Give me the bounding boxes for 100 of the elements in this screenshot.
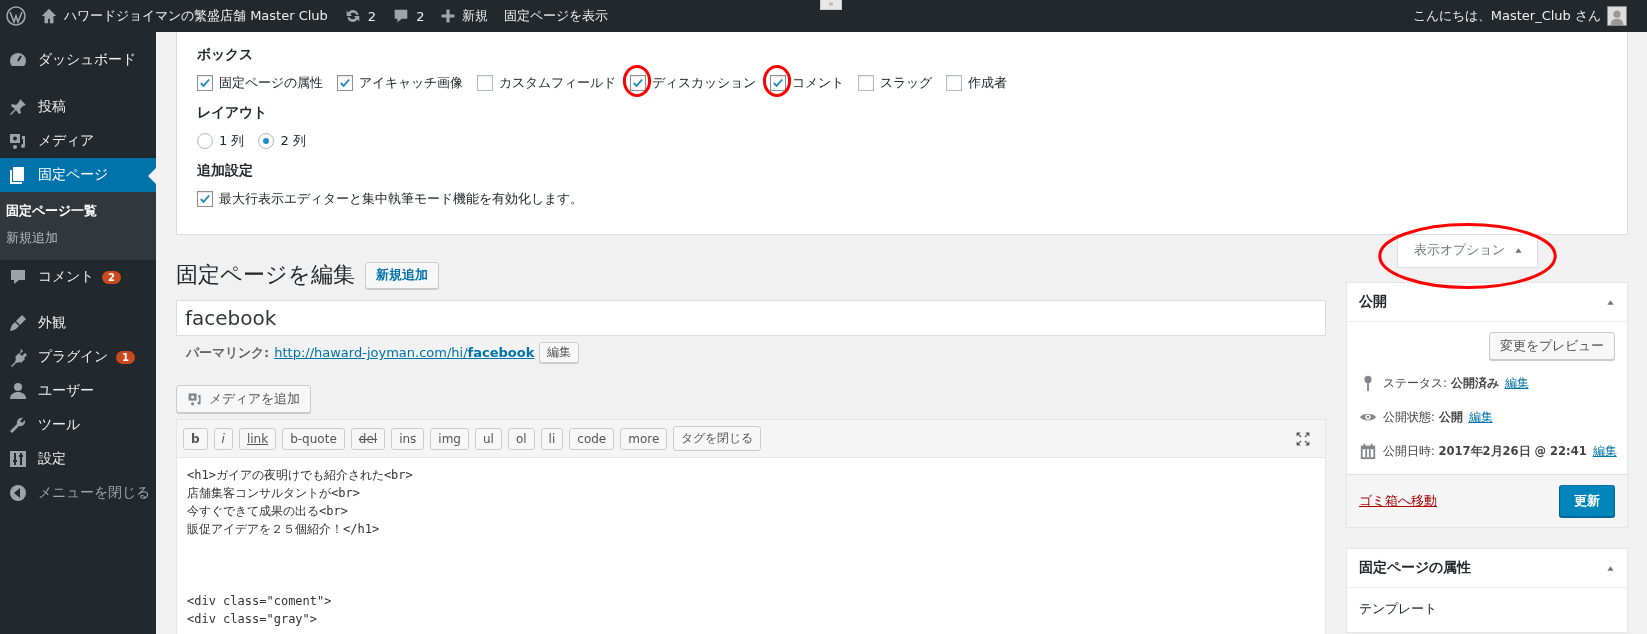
sidebar-item[interactable]: プラグイン 1	[0, 340, 156, 374]
edit-link[interactable]: 編集	[1468, 409, 1493, 425]
option-label: 作成者	[968, 74, 1007, 92]
count-badge: 1	[116, 350, 135, 364]
trash-link[interactable]: ゴミ箱へ移動	[1359, 492, 1437, 510]
comment-count: 2	[416, 8, 425, 24]
fullscreen-icon[interactable]	[1295, 430, 1311, 447]
box-title: 固定ページの属性	[1359, 559, 1471, 577]
sidebar-item[interactable]: 投稿	[0, 90, 156, 124]
checkbox[interactable]	[946, 75, 962, 91]
sidebar-item[interactable]: 設定	[0, 442, 156, 476]
handle-icon	[820, 0, 842, 10]
paintbrush-icon	[8, 313, 28, 333]
updates-link[interactable]: 2	[343, 7, 377, 25]
permalink-label: パーマリンク:	[186, 343, 270, 362]
preview-button[interactable]: 変更をプレビュー	[1489, 332, 1615, 360]
section-heading: ボックス	[197, 46, 254, 64]
count-badge: 2	[102, 270, 121, 284]
sidebar-item[interactable]: メニューを閉じる	[0, 476, 156, 510]
media-icon	[187, 391, 203, 407]
sidebar-item[interactable]: メディア	[0, 124, 156, 158]
checkbox[interactable]	[197, 191, 213, 207]
caret-up-icon[interactable]	[1606, 297, 1615, 307]
publish-detail: 公開日時: 2017年2月26日 @ 22:41	[1383, 443, 1587, 459]
caret-up-icon	[1514, 245, 1523, 255]
sliders-icon	[8, 449, 28, 469]
speech-bubble-icon	[8, 267, 28, 287]
sidebar-item[interactable]: ダッシュボード	[0, 42, 156, 78]
option-label: アイキャッチ画像	[359, 74, 463, 92]
checkbox[interactable]	[477, 75, 493, 91]
quicktag-button[interactable]: code	[569, 427, 615, 450]
wordpress-logo-icon[interactable]	[6, 6, 26, 26]
comments-link[interactable]: 2	[392, 7, 425, 25]
checkmark-icon	[198, 192, 212, 206]
update-count: 2	[367, 8, 377, 24]
quicktag-button[interactable]: img	[430, 427, 469, 450]
add-new-button[interactable]: 新規追加	[365, 261, 439, 289]
quicktag-button[interactable]: ins	[391, 427, 425, 450]
quicktag-button[interactable]: b-quote	[282, 427, 345, 450]
screen-options-tab[interactable]: 表示オプション	[1397, 235, 1538, 268]
sidebar-item[interactable]: 固定ページ	[0, 158, 156, 192]
quicktag-button[interactable]: del	[350, 427, 386, 450]
checkbox[interactable]	[337, 75, 353, 91]
add-media-button[interactable]: メディアを追加	[176, 385, 311, 413]
publish-detail: 公開状態: 公開	[1383, 409, 1463, 425]
option-label: ディスカッション	[652, 74, 756, 92]
box-title: 公開	[1359, 293, 1387, 311]
option-label: 1 列	[219, 132, 245, 150]
update-button[interactable]: 更新	[1559, 485, 1615, 517]
sidebar-item[interactable]: ユーザー	[0, 374, 156, 408]
option-label: スラッグ	[880, 74, 932, 92]
quicktag-button[interactable]: b	[183, 427, 208, 450]
quicktag-button[interactable]: li	[540, 427, 564, 450]
new-label: 新規	[462, 7, 489, 25]
checkmark-icon	[631, 76, 645, 90]
quicktag-button[interactable]: link	[238, 427, 277, 450]
radio-button[interactable]	[197, 133, 213, 149]
checkmark-icon	[771, 76, 785, 90]
quicktag-button[interactable]: i	[213, 427, 233, 450]
option-label: 最大行表示エディターと集中執筆モード機能を有効化します。	[219, 190, 583, 208]
quicktag-button[interactable]: ul	[474, 427, 502, 450]
checkbox[interactable]	[858, 75, 874, 91]
account-link[interactable]: こんにちは、Master_Club さん	[1412, 6, 1627, 26]
greeting: こんにちは、Master_Club さん	[1412, 7, 1601, 25]
avatar-icon	[1607, 6, 1627, 26]
media-icon	[8, 131, 28, 151]
caret-up-icon[interactable]	[1606, 563, 1615, 573]
user-icon	[8, 381, 28, 401]
template-label: テンプレート	[1359, 600, 1438, 618]
view-page-link[interactable]: 固定ページを表示	[504, 7, 609, 25]
permalink-url[interactable]: http://haward-joyman.com/hi/facebook	[274, 345, 535, 360]
title-field[interactable]: facebook	[176, 300, 1326, 336]
publish-detail: ステータス: 公開済み	[1383, 375, 1499, 391]
checkmark-icon	[198, 76, 212, 90]
checkbox[interactable]	[630, 75, 646, 91]
submenu-item[interactable]: 新規追加	[0, 225, 156, 252]
quicktag-button[interactable]: タグを閉じる	[673, 426, 762, 451]
checkmark-icon	[338, 76, 352, 90]
text-editor-area[interactable]: <h1>ガイアの夜明けでも紹介された<br> 店舗集客コンサルタントが<br> 今すぐできて成果の出る<br> 販促アイデアを２５個紹介！</h1> <div class="coment"> <div class="gray">	[176, 458, 1326, 634]
edit-link[interactable]: 編集	[1592, 443, 1617, 459]
new-content-link[interactable]: 新規	[440, 7, 489, 25]
sidebar-item[interactable]: コメント 2	[0, 260, 156, 294]
plus-icon	[440, 8, 457, 24]
quicktag-button[interactable]: more	[620, 427, 668, 450]
checkbox[interactable]	[770, 75, 786, 91]
submenu-item[interactable]: 固定ページ一覧	[0, 198, 156, 225]
radio-button[interactable]	[258, 133, 275, 149]
wrench-icon	[8, 415, 28, 435]
quicktag-button[interactable]: ol	[507, 427, 535, 450]
pin-icon	[8, 97, 28, 117]
sidebar-item[interactable]: ツール	[0, 408, 156, 442]
option-label: 2 列	[280, 132, 306, 150]
page-title: 固定ページを編集	[176, 261, 355, 289]
checkbox[interactable]	[197, 75, 213, 91]
section-heading: 追加設定	[197, 162, 254, 180]
option-label: カスタムフィールド	[499, 74, 616, 92]
option-label: コメント	[792, 74, 844, 92]
sidebar-item[interactable]: 外観	[0, 306, 156, 340]
edit-link[interactable]: 編集	[1504, 375, 1529, 391]
edit-permalink-button[interactable]: 編集	[539, 342, 580, 363]
